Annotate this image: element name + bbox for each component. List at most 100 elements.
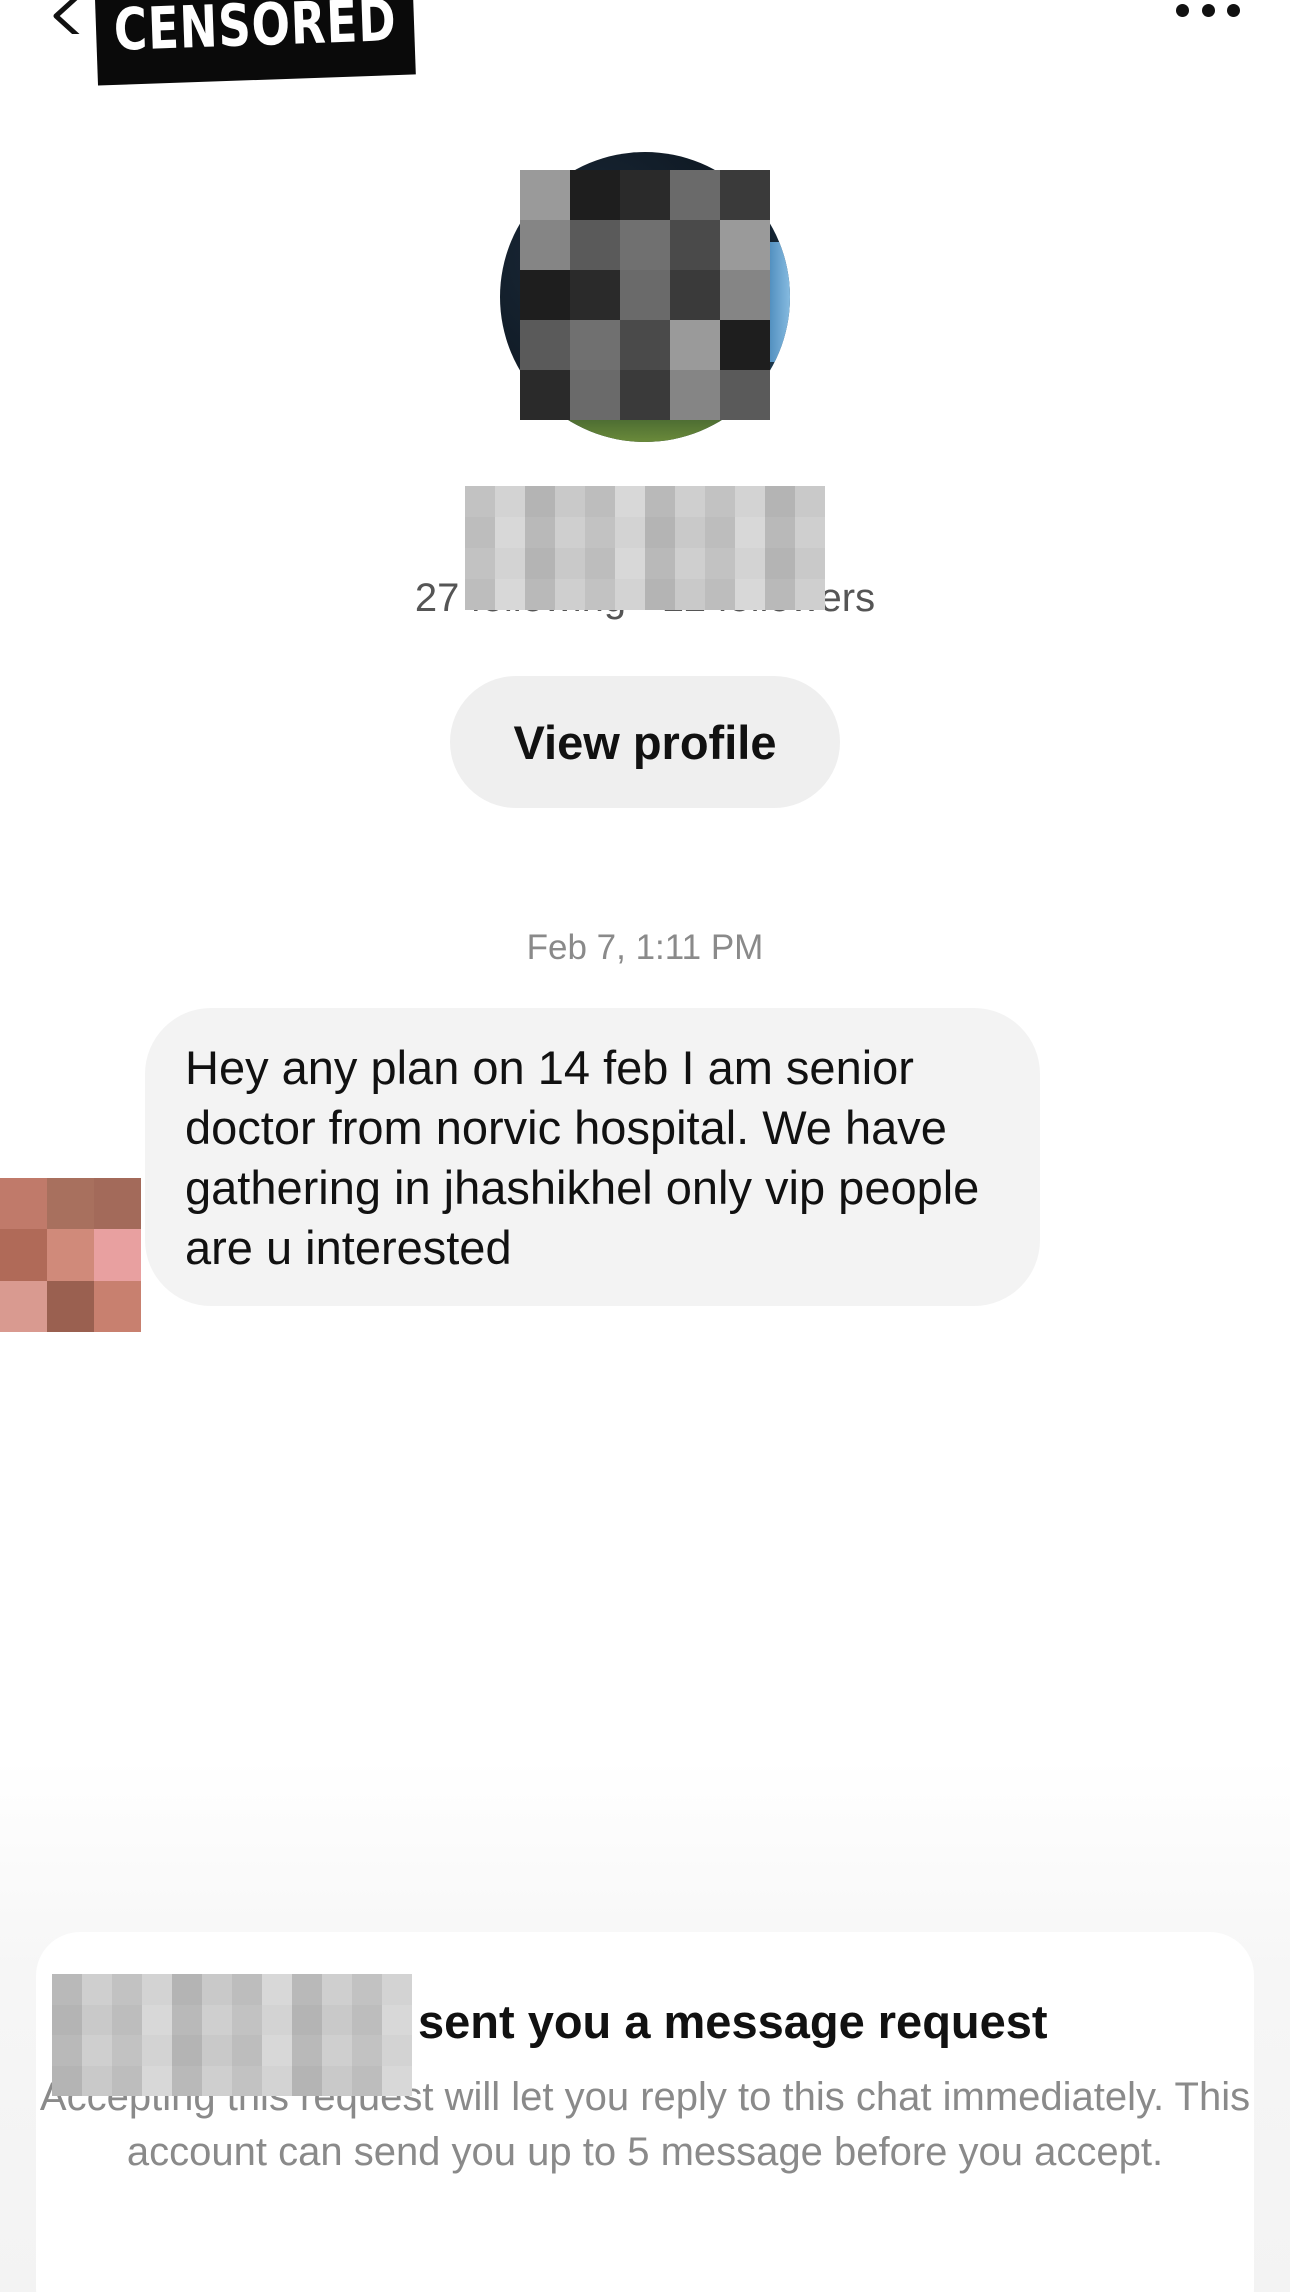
pixel-block (525, 548, 555, 579)
pixel-block (735, 548, 765, 579)
chevron-left-icon (53, 0, 81, 39)
pixel-block (620, 170, 670, 220)
pixel-block (615, 548, 645, 579)
pixel-block (765, 517, 795, 548)
pixel-block (52, 2065, 82, 2096)
pixel-block (570, 370, 620, 420)
pixel-block (262, 2035, 292, 2066)
pixel-block (720, 270, 770, 320)
pixel-block (142, 2065, 172, 2096)
pixel-block (495, 579, 525, 610)
username-pixelation (465, 486, 825, 610)
pixel-block (705, 579, 735, 610)
pixel-block (262, 2065, 292, 2096)
censored-overlay: CENSORED (94, 0, 416, 86)
pixel-block (382, 2035, 412, 2066)
pixel-block (585, 579, 615, 610)
pixel-block (765, 486, 795, 517)
pixel-block (142, 1974, 172, 2005)
pixel-block (620, 320, 670, 370)
pixel-block (47, 1229, 94, 1281)
pixel-block (202, 2035, 232, 2066)
pixel-block (172, 2004, 202, 2035)
pixel-block (202, 2065, 232, 2096)
pixel-block (112, 2035, 142, 2066)
pixel-block (720, 170, 770, 220)
pixel-block (720, 370, 770, 420)
pixel-block (670, 370, 720, 420)
pixel-block (620, 270, 670, 320)
censored-label: CENSORED (112, 0, 398, 64)
pixel-block (520, 270, 570, 320)
pixel-block (570, 170, 620, 220)
pixel-block (525, 579, 555, 610)
pixel-block (585, 517, 615, 548)
pixel-block (720, 220, 770, 270)
pixel-block (675, 579, 705, 610)
pixel-block (675, 486, 705, 517)
pixel-block (94, 1229, 141, 1281)
pixel-block (292, 1974, 322, 2005)
pixel-block (705, 548, 735, 579)
message-bubble[interactable]: Hey any plan on 14 feb I am senior docto… (145, 1008, 1040, 1306)
pixel-block (615, 517, 645, 548)
pixel-block (645, 517, 675, 548)
pixel-block (142, 2035, 172, 2066)
pixel-block (0, 1280, 47, 1332)
request-title: sent you a message request (418, 1995, 1048, 2048)
pixel-block (382, 2065, 412, 2096)
pixel-block (670, 170, 720, 220)
pixel-block (232, 2065, 262, 2096)
pixel-block (520, 370, 570, 420)
pixel-block (570, 320, 620, 370)
pixel-block (172, 2035, 202, 2066)
pixel-block (292, 2004, 322, 2035)
pixel-block (795, 579, 825, 610)
pixel-block (94, 1178, 141, 1230)
pixel-block (112, 2065, 142, 2096)
pixel-block (382, 1974, 412, 2005)
pixel-block (495, 517, 525, 548)
pixel-block (555, 517, 585, 548)
pixel-block (232, 2004, 262, 2035)
pixel-block (52, 2035, 82, 2066)
message-text: Hey any plan on 14 feb I am senior docto… (185, 1041, 980, 1274)
pixel-block (262, 1974, 292, 2005)
pixel-block (620, 220, 670, 270)
pixel-block (465, 517, 495, 548)
pixel-block (615, 486, 645, 517)
pixel-block (570, 270, 620, 320)
pixel-block (645, 548, 675, 579)
pixel-block (465, 486, 495, 517)
pixel-block (465, 579, 495, 610)
pixel-block (615, 579, 645, 610)
pixel-block (525, 517, 555, 548)
pixel-block (47, 1280, 94, 1332)
pixel-block (735, 517, 765, 548)
pixel-block (112, 2004, 142, 2035)
pixel-block (52, 1974, 82, 2005)
pixel-block (520, 320, 570, 370)
pixel-block (720, 320, 770, 370)
view-profile-button[interactable]: View profile (450, 676, 840, 808)
pixel-block (202, 1974, 232, 2005)
pixel-block (670, 270, 720, 320)
pixel-block (0, 1178, 47, 1230)
more-dot (1201, 3, 1215, 17)
pixel-block (292, 2065, 322, 2096)
more-dot (1176, 3, 1189, 17)
pixel-block (645, 579, 675, 610)
pixel-block (82, 2004, 112, 2035)
back-button[interactable] (44, 0, 88, 39)
pixel-block (735, 579, 765, 610)
pixel-block (172, 1974, 202, 2005)
pixel-block (795, 517, 825, 548)
pixel-block (555, 548, 585, 579)
more-dot (1227, 3, 1240, 17)
avatar-pixelation (520, 170, 770, 420)
pixel-block (765, 579, 795, 610)
pixel-block (112, 1974, 142, 2005)
more-options-button[interactable] (1176, 0, 1240, 20)
pixel-block (705, 517, 735, 548)
sender-avatar[interactable] (0, 1178, 141, 1332)
